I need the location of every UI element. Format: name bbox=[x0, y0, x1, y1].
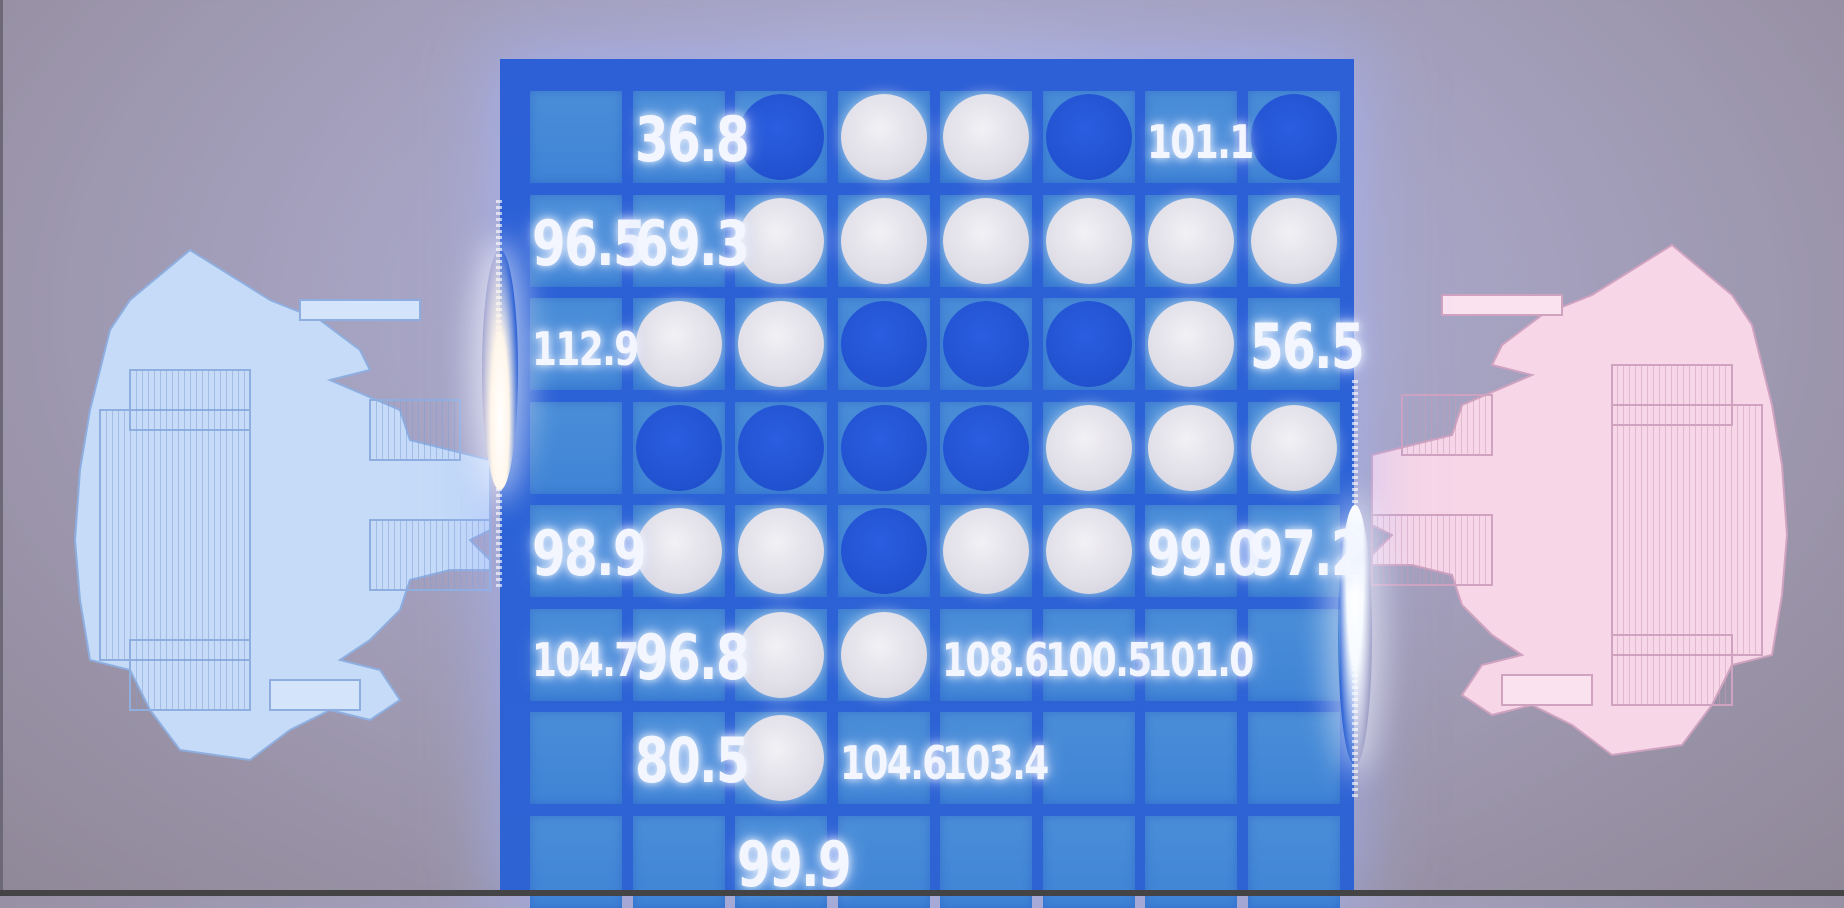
score-label: 99.9 bbox=[737, 827, 852, 901]
left-robot bbox=[70, 240, 510, 780]
score-label: 98.9 bbox=[532, 517, 647, 590]
white-disc bbox=[943, 508, 1029, 594]
board-cell[interactable] bbox=[1145, 712, 1237, 804]
score-label: 97.2 bbox=[1249, 517, 1365, 590]
robot-pink-icon bbox=[1371, 243, 1789, 757]
left-paddle-beam bbox=[482, 250, 518, 490]
score-label: 103.4 bbox=[942, 736, 1049, 790]
window-edge bbox=[0, 0, 3, 896]
score-label: 112.9 bbox=[532, 322, 639, 376]
blue-disc bbox=[1045, 94, 1132, 180]
board-cell[interactable] bbox=[530, 712, 622, 804]
blue-disc bbox=[840, 508, 927, 594]
score-label: 101.0 bbox=[1147, 632, 1254, 687]
white-disc bbox=[943, 197, 1029, 284]
white-disc bbox=[840, 94, 927, 180]
robot-blue-icon bbox=[73, 248, 491, 762]
score-label: 36.8 bbox=[634, 103, 750, 176]
white-disc bbox=[635, 508, 722, 594]
blue-disc bbox=[1250, 94, 1337, 180]
blue-disc bbox=[943, 404, 1029, 491]
white-disc bbox=[1148, 197, 1234, 284]
blue-disc bbox=[840, 301, 927, 387]
score-label: 100.5 bbox=[1044, 632, 1152, 687]
white-disc bbox=[738, 611, 824, 698]
blue-disc bbox=[840, 404, 927, 491]
white-disc bbox=[738, 301, 824, 387]
board-cell[interactable] bbox=[530, 91, 622, 183]
white-disc bbox=[840, 197, 927, 284]
game-scene: 36.8 101.1 96.5 69.3 112.9 56.5 98.9 99.0 97.2 10… bbox=[0, 0, 1844, 908]
white-disc bbox=[1045, 197, 1132, 284]
board-cell[interactable] bbox=[1042, 712, 1135, 804]
blue-disc bbox=[943, 301, 1029, 387]
blue-disc bbox=[738, 404, 824, 491]
score-label: 96.5 bbox=[532, 206, 647, 280]
white-disc bbox=[635, 301, 722, 387]
score-label: 56.5 bbox=[1249, 310, 1365, 383]
board-cell[interactable] bbox=[1247, 608, 1340, 701]
white-disc bbox=[1250, 404, 1337, 491]
score-label: 69.3 bbox=[634, 206, 750, 280]
white-disc bbox=[1045, 404, 1132, 491]
white-disc bbox=[1148, 301, 1234, 387]
score-label: 99.0 bbox=[1147, 517, 1262, 590]
right-robot bbox=[1352, 235, 1792, 775]
white-disc bbox=[738, 197, 824, 284]
blue-disc bbox=[738, 94, 824, 180]
bottom-bar bbox=[0, 890, 1844, 896]
white-disc bbox=[738, 715, 824, 801]
score-label: 108.6 bbox=[942, 632, 1049, 687]
white-disc bbox=[840, 611, 927, 698]
blue-disc bbox=[1045, 301, 1132, 387]
board-cell[interactable] bbox=[530, 401, 622, 494]
score-label: 96.8 bbox=[634, 620, 750, 694]
board-cell[interactable] bbox=[1247, 712, 1340, 804]
score-label: 104.6 bbox=[839, 736, 947, 790]
score-label: 104.7 bbox=[532, 632, 639, 687]
score-label: 80.5 bbox=[634, 724, 750, 797]
white-disc bbox=[1250, 197, 1337, 284]
white-disc bbox=[738, 508, 824, 594]
blue-disc bbox=[635, 404, 722, 491]
score-label: 101.1 bbox=[1147, 115, 1254, 169]
white-disc bbox=[943, 94, 1029, 180]
white-disc bbox=[1148, 404, 1234, 491]
white-disc bbox=[1045, 508, 1132, 594]
